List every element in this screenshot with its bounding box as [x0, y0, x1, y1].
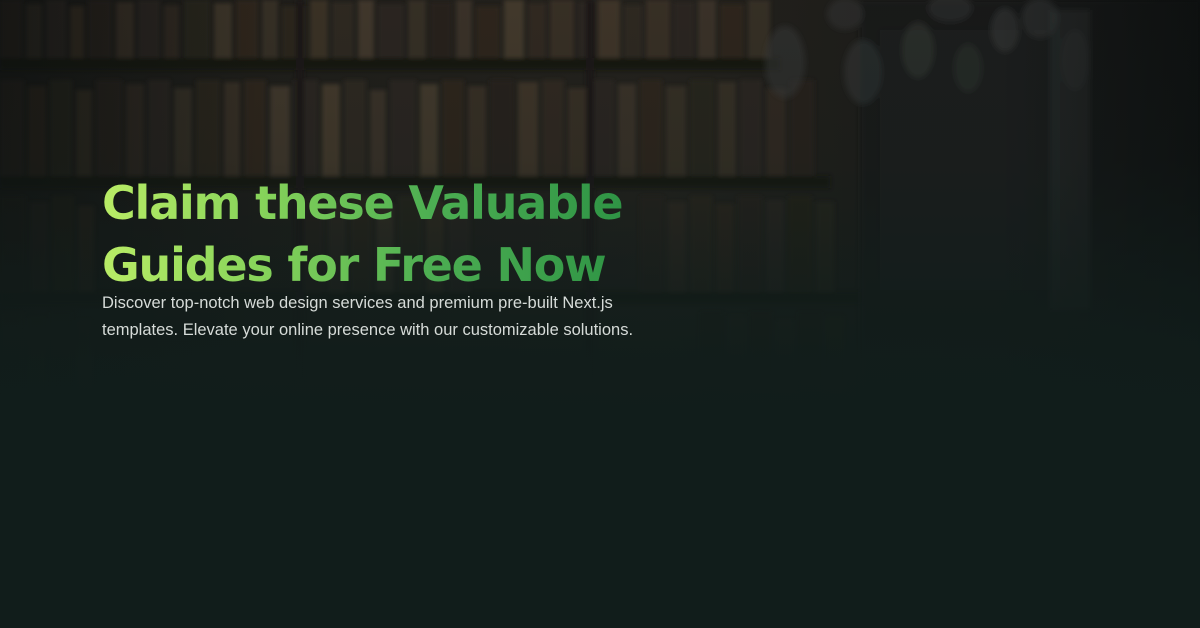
hero-headline-line-1: Claim these Valuable: [102, 176, 623, 230]
hero-headline: Claim these Valuable Guides for Free Now: [102, 172, 722, 296]
hero-headline-line-2: Guides for Free Now: [102, 238, 606, 292]
hero-description: Discover top-notch web design services a…: [102, 290, 682, 344]
hero-content: Claim these Valuable Guides for Free Now…: [102, 172, 722, 344]
hero-description-line-2: templates. Elevate your online presence …: [102, 321, 634, 339]
hero-banner: Claim these Valuable Guides for Free Now…: [0, 0, 1200, 628]
hero-description-line-1: Discover top-notch web design services a…: [102, 294, 613, 312]
